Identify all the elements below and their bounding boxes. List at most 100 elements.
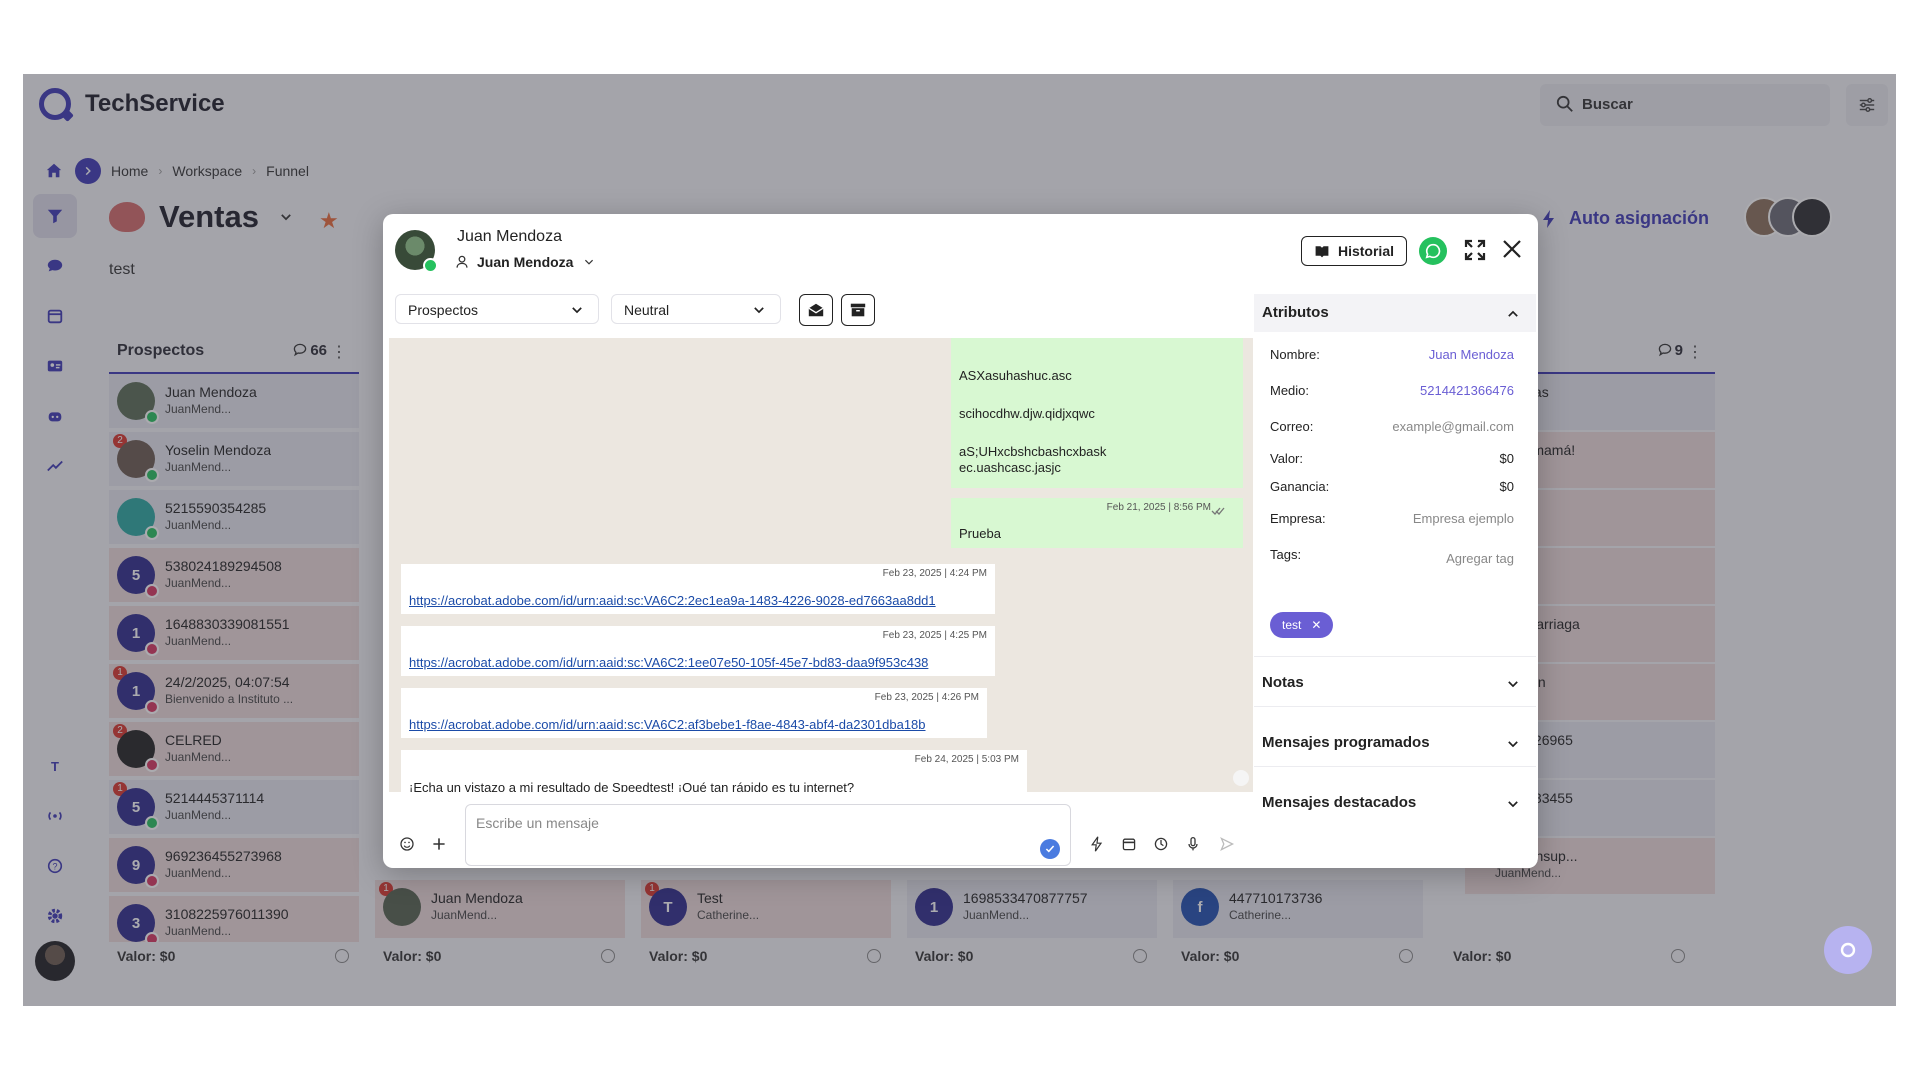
divider xyxy=(1254,766,1536,767)
chevron-down-icon xyxy=(572,307,582,314)
attr-value[interactable]: $0 xyxy=(1500,479,1514,494)
open-mail-icon xyxy=(808,303,824,317)
emoji-icon[interactable] xyxy=(399,836,415,852)
attr-ganancia: Ganancia: $0 xyxy=(1270,476,1514,498)
chevron-down-icon xyxy=(1508,681,1518,688)
section-mensajes-destacados[interactable]: Mensajes destacados xyxy=(1254,784,1536,822)
contact-name: Juan Mendoza xyxy=(457,228,562,245)
tag-chip[interactable]: test ✕ xyxy=(1270,612,1334,638)
check-icon[interactable] xyxy=(1040,839,1060,859)
plus-icon[interactable] xyxy=(431,836,447,852)
app-window: TechService Buscar T ? Home › Workspace … xyxy=(23,74,1896,1006)
whatsapp-icon xyxy=(1425,243,1441,259)
section-title: Mensajes programados xyxy=(1262,734,1430,751)
message-timestamp: Feb 21, 2025 | 8:56 PM xyxy=(1106,502,1211,513)
message-incoming: Feb 23, 2025 | 4:24 PM https://acrobat.a… xyxy=(401,564,995,614)
tag-label: test xyxy=(1282,618,1302,632)
message-outgoing: Feb 21, 2025 | 8:56 PM Prueba xyxy=(951,498,1243,548)
section-title: Notas xyxy=(1262,674,1304,691)
message-timestamp: Feb 24, 2025 | 5:03 PM xyxy=(914,754,1019,765)
owner-selector[interactable]: Juan Mendoza xyxy=(455,254,603,270)
attr-label: Valor: xyxy=(1270,451,1303,466)
attr-label: Tags: xyxy=(1270,547,1302,562)
message-input[interactable]: Escribe un mensaje xyxy=(465,804,1071,866)
attr-label: Correo: xyxy=(1270,419,1314,434)
attributes-title: Atributos xyxy=(1262,304,1329,321)
book-icon xyxy=(1315,246,1329,258)
section-notas[interactable]: Notas xyxy=(1254,664,1536,702)
attr-value[interactable]: $0 xyxy=(1500,451,1514,466)
attr-tags: Tags: Agregar tag xyxy=(1270,544,1514,566)
calendar-icon[interactable] xyxy=(1121,836,1137,852)
attr-correo: Correo: example@gmail.com xyxy=(1270,416,1514,438)
attributes-header[interactable]: Atributos xyxy=(1254,294,1536,332)
lightning-icon[interactable] xyxy=(1089,836,1105,852)
history-label: Historial xyxy=(1337,243,1394,259)
clock-icon[interactable] xyxy=(1153,836,1169,852)
owner-name: Juan Mendoza xyxy=(477,254,574,270)
attr-value[interactable]: example@gmail.com xyxy=(1392,419,1514,434)
message-outgoing: ASXasuhashuc.asc scihocdhw.djw.qidjxqwc … xyxy=(951,338,1243,488)
message-link[interactable]: https://acrobat.adobe.com/id/urn:aaid:sc… xyxy=(409,655,928,670)
attr-value[interactable]: 5214421366476 xyxy=(1420,383,1514,398)
message-link[interactable]: https://acrobat.adobe.com/id/urn:aaid:sc… xyxy=(409,717,926,732)
user-icon xyxy=(456,255,468,268)
attr-empresa: Empresa: Empresa ejemplo xyxy=(1270,508,1514,530)
conversation-modal: Juan Mendoza Juan Mendoza Historial Pros… xyxy=(383,214,1538,868)
archive-icon xyxy=(850,303,866,317)
close-icon[interactable] xyxy=(1501,238,1523,260)
attr-label: Empresa: xyxy=(1270,511,1326,526)
message-incoming: Feb 23, 2025 | 4:25 PM https://acrobat.a… xyxy=(401,626,995,676)
attr-label: Nombre: xyxy=(1270,347,1320,362)
support-icon xyxy=(1840,942,1856,958)
contact-avatar xyxy=(395,230,438,273)
mark-read-button[interactable] xyxy=(799,294,833,326)
send-icon[interactable] xyxy=(1219,836,1235,852)
message-timestamp: Feb 23, 2025 | 4:24 PM xyxy=(882,568,987,579)
attr-value[interactable]: Empresa ejemplo xyxy=(1413,511,1514,526)
whatsapp-icon xyxy=(423,258,438,273)
attr-label: Ganancia: xyxy=(1270,479,1330,494)
message-line: ec.uashcasc.jasjc xyxy=(959,460,1061,475)
scroll-down-button[interactable] xyxy=(1233,770,1249,786)
message-timestamp: Feb 23, 2025 | 4:26 PM xyxy=(874,692,979,703)
attr-nombre: Nombre: Juan Mendoza xyxy=(1270,344,1514,366)
stage-value: Prospectos xyxy=(408,302,479,318)
attributes-panel: Atributos Nombre: Juan Mendoza Medio: 52… xyxy=(1254,294,1536,868)
chevron-down-icon xyxy=(1508,801,1518,808)
chevron-down-icon xyxy=(585,259,594,265)
message-incoming: Feb 24, 2025 | 5:03 PM ¡Echa un vistazo … xyxy=(401,750,1027,792)
sentiment-value: Neutral xyxy=(624,302,670,318)
divider xyxy=(1254,706,1536,707)
attr-valor: Valor: $0 xyxy=(1270,448,1514,470)
divider xyxy=(1254,656,1536,657)
whatsapp-button[interactable] xyxy=(1419,237,1447,265)
attr-medio: Medio: 5214421366476 xyxy=(1270,380,1514,402)
history-button[interactable]: Historial xyxy=(1301,236,1407,266)
section-mensajes-programados[interactable]: Mensajes programados xyxy=(1254,724,1536,762)
message-text: Prueba xyxy=(959,526,1001,541)
microphone-icon[interactable] xyxy=(1185,836,1201,852)
message-timestamp: Feb 23, 2025 | 4:25 PM xyxy=(882,630,987,641)
expand-icon[interactable] xyxy=(1463,238,1487,262)
close-icon[interactable]: ✕ xyxy=(1311,618,1321,632)
attr-value[interactable]: Juan Mendoza xyxy=(1429,347,1514,362)
message-line: ASXasuhashuc.asc xyxy=(959,368,1072,383)
stage-select[interactable]: Prospectos xyxy=(395,294,599,324)
add-tag-button[interactable]: Agregar tag xyxy=(1446,551,1514,566)
support-chat-button[interactable] xyxy=(1824,926,1872,974)
chat-messages[interactable]: ASXasuhashuc.asc scihocdhw.djw.qidjxqwc … xyxy=(389,338,1253,792)
attr-label: Medio: xyxy=(1270,383,1310,398)
message-incoming: Feb 23, 2025 | 4:26 PM https://acrobat.a… xyxy=(401,688,987,738)
chevron-down-icon xyxy=(754,307,764,314)
message-link[interactable]: https://acrobat.adobe.com/id/urn:aaid:sc… xyxy=(409,593,936,608)
sentiment-select[interactable]: Neutral xyxy=(611,294,781,324)
message-text: ¡Echa un vistazo a mi resultado de Speed… xyxy=(409,780,855,792)
message-placeholder: Escribe un mensaje xyxy=(476,815,599,831)
section-title: Mensajes destacados xyxy=(1262,794,1417,811)
read-check-icon xyxy=(1211,507,1225,515)
message-line: scihocdhw.djw.qidjxqwc xyxy=(959,406,1095,421)
archive-button[interactable] xyxy=(841,294,875,326)
message-line: aS;UHxcbshcbashcxbask xyxy=(959,444,1107,459)
chevron-down-icon xyxy=(1508,741,1518,748)
